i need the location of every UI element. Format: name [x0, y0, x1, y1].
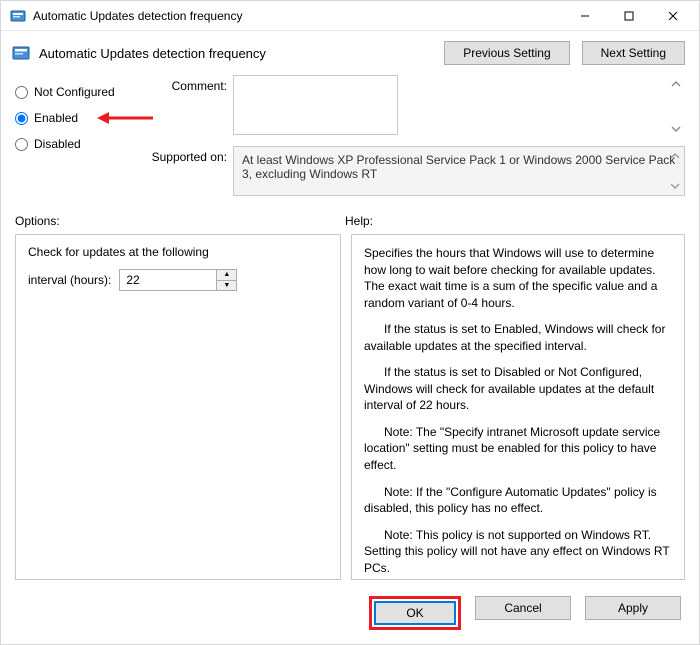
policy-title: Automatic Updates detection frequency — [39, 46, 266, 61]
spinner-up-button[interactable]: ▲ — [217, 270, 236, 281]
interval-input[interactable] — [120, 270, 216, 290]
close-button[interactable] — [651, 2, 695, 30]
help-p6: Note: This policy is not supported on Wi… — [364, 527, 672, 577]
previous-setting-button[interactable]: Previous Setting — [444, 41, 569, 65]
radio-enabled[interactable]: Enabled — [15, 105, 145, 131]
state-radio-group: Not Configured Enabled Disabled — [15, 75, 145, 204]
options-pane: Check for updates at the following inter… — [15, 234, 341, 580]
supported-on-label: Supported on: — [145, 146, 233, 196]
radio-enabled-input[interactable] — [15, 112, 28, 125]
help-p3: If the status is set to Disabled or Not … — [364, 364, 672, 414]
radio-disabled-input[interactable] — [15, 138, 28, 151]
comment-label: Comment: — [145, 75, 233, 138]
chevron-down-icon — [669, 122, 683, 136]
apply-button[interactable]: Apply — [585, 596, 681, 620]
supported-on-box: At least Windows XP Professional Service… — [233, 146, 685, 196]
help-p1: Specifies the hours that Windows will us… — [364, 245, 672, 311]
header-row: Automatic Updates detection frequency Pr… — [1, 31, 699, 71]
chevron-down-icon — [668, 179, 682, 193]
help-pane: Specifies the hours that Windows will us… — [351, 234, 685, 580]
window-title: Automatic Updates detection frequency — [33, 9, 563, 23]
minimize-button[interactable] — [563, 2, 607, 30]
options-line1: Check for updates at the following — [28, 245, 328, 259]
cancel-button[interactable]: Cancel — [475, 596, 571, 620]
policy-icon — [11, 43, 31, 63]
interval-label: interval (hours): — [28, 273, 111, 287]
footer-buttons: OK Cancel Apply — [1, 588, 699, 644]
spinner-down-button[interactable]: ▼ — [217, 281, 236, 291]
radio-not-configured-input[interactable] — [15, 86, 28, 99]
help-p4: Note: The "Specify intranet Microsoft up… — [364, 424, 672, 474]
comment-input[interactable] — [233, 75, 398, 135]
supported-on-text: At least Windows XP Professional Service… — [242, 153, 675, 181]
radio-not-configured[interactable]: Not Configured — [15, 79, 145, 105]
maximize-button[interactable] — [607, 2, 651, 30]
interval-spinner[interactable]: ▲ ▼ — [119, 269, 237, 291]
help-section-label: Help: — [345, 214, 373, 228]
chevron-up-icon — [669, 77, 683, 91]
next-setting-button[interactable]: Next Setting — [582, 41, 685, 65]
radio-not-configured-label: Not Configured — [34, 85, 115, 99]
annotation-arrow-icon — [97, 111, 153, 125]
gpo-dialog-window: Automatic Updates detection frequency Au… — [0, 0, 700, 645]
ok-button[interactable]: OK — [374, 601, 456, 625]
options-section-label: Options: — [15, 214, 345, 228]
radio-enabled-label: Enabled — [34, 111, 78, 125]
radio-disabled[interactable]: Disabled — [15, 131, 145, 157]
titlebar: Automatic Updates detection frequency — [1, 1, 699, 31]
app-icon — [9, 7, 27, 25]
help-p2: If the status is set to Enabled, Windows… — [364, 321, 672, 354]
radio-disabled-label: Disabled — [34, 137, 81, 151]
chevron-up-icon — [668, 149, 682, 163]
annotation-highlight: OK — [369, 596, 461, 630]
help-p5: Note: If the "Configure Automatic Update… — [364, 484, 672, 517]
